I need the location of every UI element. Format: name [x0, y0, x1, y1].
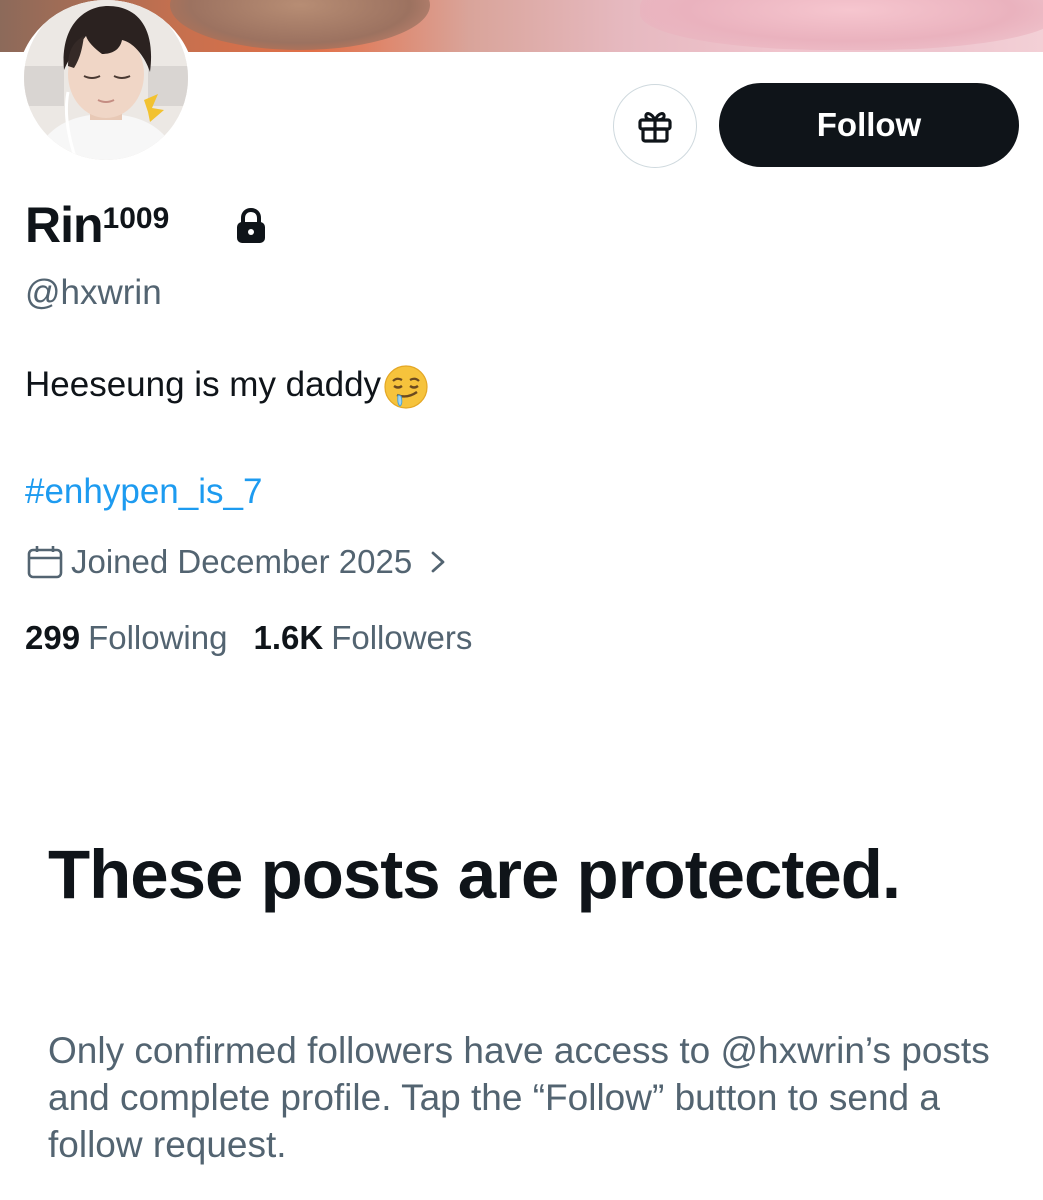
following-link[interactable]: 299 Following [25, 619, 227, 657]
protected-description: Only confirmed followers have access to … [48, 1030, 990, 1165]
profile-handle: @hxwrin [25, 273, 162, 312]
bio-hashtag-link[interactable]: #enhypen_is_7 [25, 472, 262, 512]
display-name: Rin1009 [25, 195, 169, 255]
gift-icon [638, 112, 672, 143]
protected-title: These posts are protected. [48, 836, 901, 913]
joined-date[interactable]: Joined December 2025 [25, 543, 448, 581]
joined-text: Joined December 2025 [71, 543, 413, 580]
avatar-photo [24, 0, 188, 160]
following-count: 299 [25, 619, 81, 656]
following-label: Following [88, 619, 228, 656]
avatar[interactable] [17, 0, 195, 168]
followers-link[interactable]: 1.6K Followers [253, 619, 472, 657]
bio-text: Heeseung is my daddy [25, 365, 382, 404]
profile-bio: Heeseung is my daddy [25, 362, 429, 409]
display-name-superscript: 1009 [102, 202, 170, 235]
followers-count: 1.6K [253, 619, 324, 656]
follow-button[interactable]: Follow [719, 83, 1019, 167]
display-name-text: Rin [25, 197, 104, 253]
calendar-icon [27, 546, 63, 579]
gift-button[interactable] [613, 84, 697, 168]
followers-label: Followers [331, 619, 473, 656]
chevron-right-icon [431, 551, 445, 573]
lock-icon [237, 207, 265, 243]
follow-stats: 299 Following 1.6K Followers [25, 619, 472, 657]
drooling-face-emoji [384, 365, 428, 409]
